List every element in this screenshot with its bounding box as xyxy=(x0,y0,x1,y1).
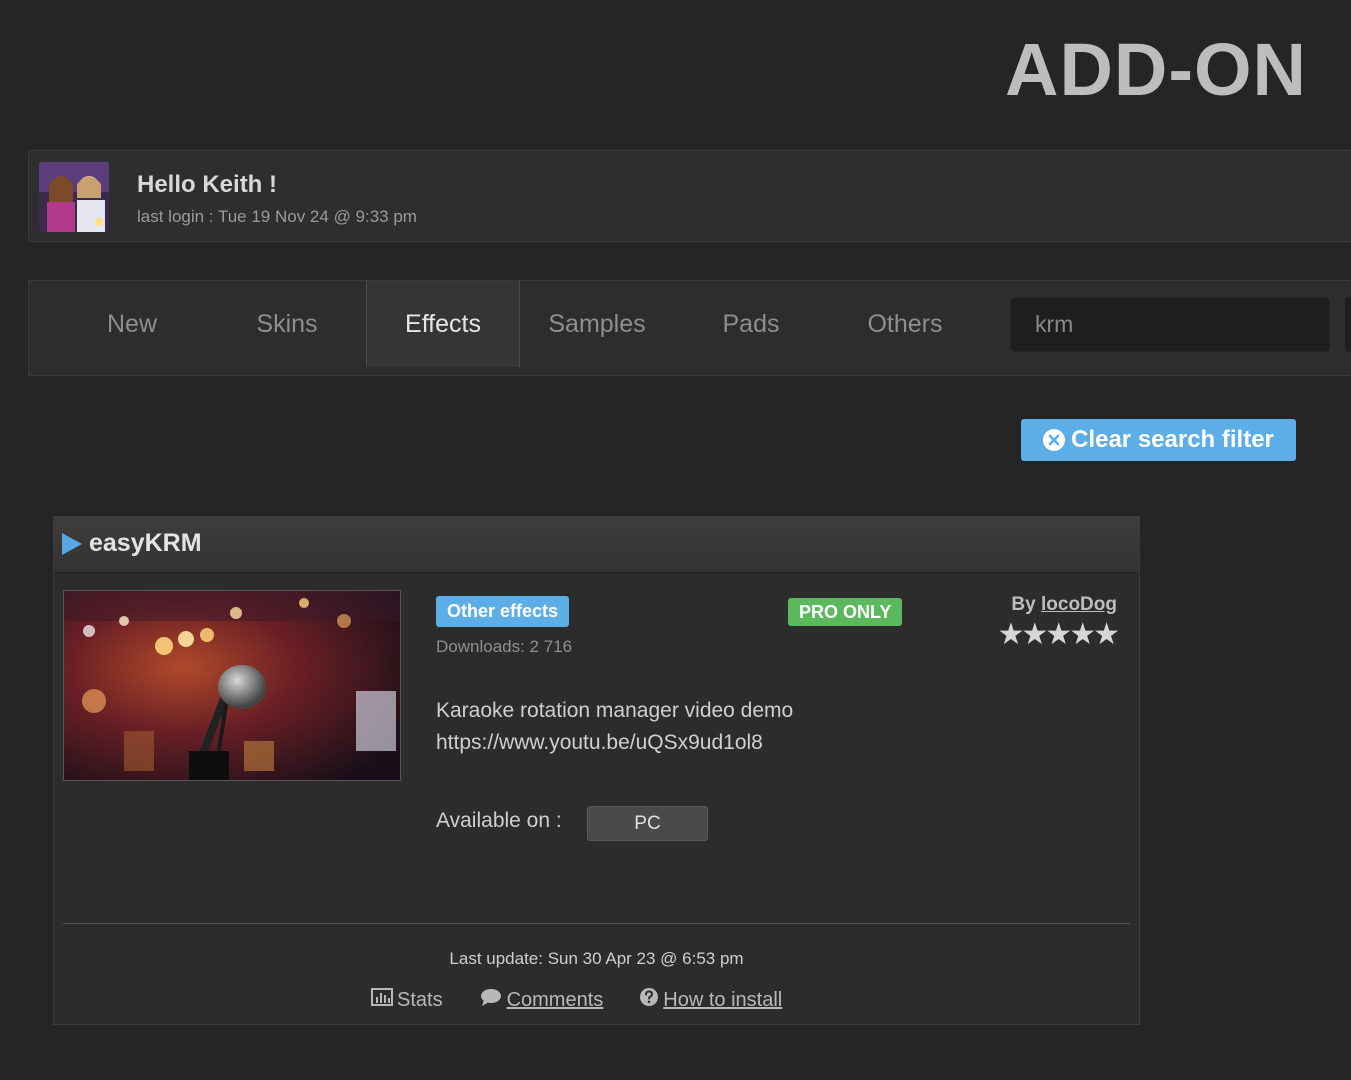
comments-label: Comments xyxy=(506,988,604,1011)
comment-bubble-icon xyxy=(479,987,503,1013)
page-title: ADD-ON xyxy=(1005,28,1307,111)
author-prefix: By xyxy=(1011,594,1036,615)
tab-effects[interactable]: Effects xyxy=(366,281,520,367)
tab-new[interactable]: New xyxy=(57,281,207,367)
tab-others[interactable]: Others xyxy=(828,281,982,367)
description-link: https://www.youtu.be/uQSx9ud1ol8 xyxy=(436,731,763,754)
stats-link[interactable]: Stats xyxy=(371,988,443,1012)
comments-link[interactable]: Comments xyxy=(479,987,604,1013)
addon-card-header[interactable]: easyKRM xyxy=(54,517,1139,573)
category-tabs: New Skins Effects Samples Pads Others xyxy=(28,280,1351,376)
stats-label: Stats xyxy=(397,988,443,1011)
description-line: Karaoke rotation manager video demo xyxy=(436,699,794,722)
addon-card: easyKRM Other effects PRO ONLY Downloads… xyxy=(53,516,1140,1025)
addon-links: Stats Comments How to install xyxy=(371,987,818,1013)
tab-pads[interactable]: Pads xyxy=(674,281,828,367)
addon-thumbnail[interactable] xyxy=(63,590,401,781)
addon-description: Karaoke rotation manager video demo http… xyxy=(436,695,793,759)
available-on-label: Available on : xyxy=(436,809,562,832)
close-circle-icon xyxy=(1043,429,1066,451)
author-link[interactable]: locoDog xyxy=(1041,594,1117,615)
greeting: Hello Keith ! xyxy=(137,171,278,198)
addon-name: easyKRM xyxy=(89,529,202,557)
avatar[interactable] xyxy=(39,162,109,232)
how-to-install-label: How to install xyxy=(663,988,783,1011)
pro-only-badge: PRO ONLY xyxy=(788,598,903,626)
how-to-install-link[interactable]: How to install xyxy=(639,987,782,1013)
search-button-edge[interactable] xyxy=(1345,297,1351,352)
category-badge[interactable]: Other effects xyxy=(436,596,570,627)
divider xyxy=(63,923,1130,924)
clear-search-filter-label: Clear search filter xyxy=(1071,426,1274,453)
user-bar: Hello Keith ! last login : Tue 19 Nov 24… xyxy=(28,150,1351,242)
bar-chart-icon xyxy=(371,988,393,1012)
platform-badge-pc: PC xyxy=(587,806,708,841)
last-login: last login : Tue 19 Nov 24 @ 9:33 pm xyxy=(137,207,417,226)
play-arrow-icon xyxy=(62,533,82,555)
search-input[interactable] xyxy=(1010,297,1330,352)
last-update: Last update: Sun 30 Apr 23 @ 6:53 pm xyxy=(449,949,744,968)
rating-stars: ★★★★★ xyxy=(997,618,1120,651)
help-circle-icon xyxy=(639,987,659,1013)
tab-skins[interactable]: Skins xyxy=(212,281,362,367)
downloads-count: Downloads: 2 716 xyxy=(436,637,573,656)
tab-samples[interactable]: Samples xyxy=(520,281,674,367)
author: By locoDog xyxy=(1011,594,1117,616)
clear-search-filter-button[interactable]: Clear search filter xyxy=(1021,419,1296,461)
addon-page: ADD-ON Hello Keith ! last login : Tue 19… xyxy=(0,0,1351,1080)
